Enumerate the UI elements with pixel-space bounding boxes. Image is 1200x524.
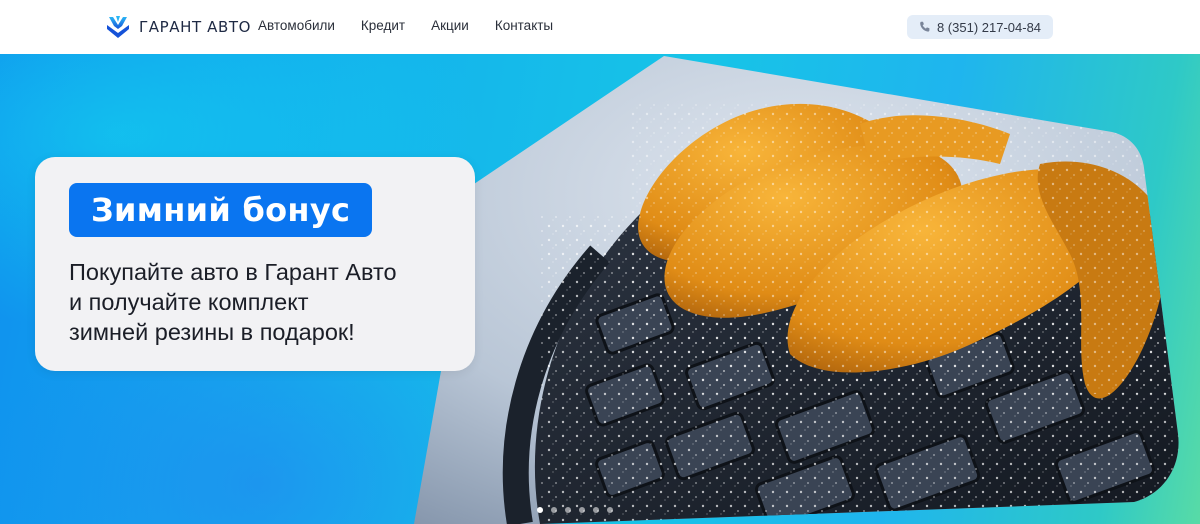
- promo-badge[interactable]: Зимний бонус: [69, 183, 373, 237]
- phone-number: 8 (351) 217-04-84: [936, 19, 1042, 35]
- logo-text: ГАРАНТ АВТО: [139, 18, 252, 36]
- promo-text-line: Покупайте авто в Гарант Авто: [69, 259, 397, 285]
- nav-item-contacts[interactable]: Контакты: [495, 18, 553, 33]
- slider-dot-5[interactable]: [593, 507, 599, 513]
- slider-dot-6[interactable]: [607, 507, 613, 513]
- main-nav: Автомобили Кредит Акции Контакты: [258, 18, 579, 33]
- brand-logo[interactable]: ГАРАНТ АВТО: [105, 14, 251, 40]
- promo-card: Зимний бонус Покупайте авто в Гарант Авт…: [35, 157, 475, 371]
- hero-banner: Зимний бонус Покупайте авто в Гарант Авт…: [0, 54, 1200, 524]
- slider-dot-1[interactable]: [537, 507, 543, 513]
- logo-icon: [107, 16, 129, 38]
- slider-dot-4[interactable]: [579, 507, 585, 513]
- promo-text-line: зимней резины в подарок!: [69, 319, 355, 345]
- phone-icon: [920, 21, 930, 32]
- nav-item-cars[interactable]: Автомобили: [258, 18, 335, 33]
- slider-dot-3[interactable]: [565, 507, 571, 513]
- nav-item-promotions[interactable]: Акции: [431, 18, 469, 33]
- promo-text-line: и получайте комплект: [69, 289, 309, 315]
- promo-text: Покупайте авто в Гарант Авто и получайте…: [69, 257, 464, 347]
- top-header: ГАРАНТ АВТО Автомобили Кредит Акции Конт…: [0, 0, 1200, 54]
- slider-dots: [537, 507, 613, 513]
- nav-item-credit[interactable]: Кредит: [361, 18, 405, 33]
- slider-dot-2[interactable]: [551, 507, 557, 513]
- phone-button[interactable]: 8 (351) 217-04-84: [907, 15, 1053, 39]
